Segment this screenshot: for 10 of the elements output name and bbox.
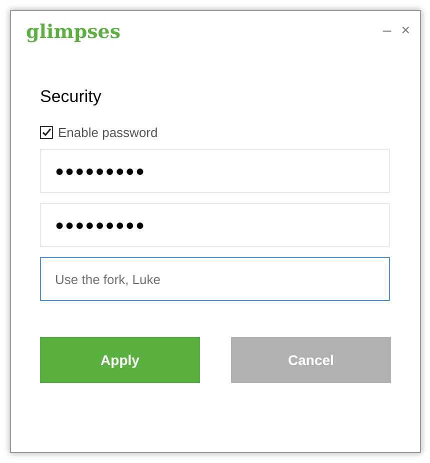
- password-field[interactable]: ●●●●●●●●●: [40, 203, 390, 247]
- app-logo: glimpses: [26, 23, 121, 42]
- minimize-button[interactable]: –: [382, 23, 392, 38]
- hint-field[interactable]: Use the fork, Luke: [40, 257, 390, 301]
- section-heading: Security: [40, 88, 102, 105]
- close-button[interactable]: ×: [401, 23, 410, 38]
- checkbox-label: Enable password: [58, 126, 158, 139]
- checkbox[interactable]: [40, 126, 53, 139]
- password-field[interactable]: ●●●●●●●●●: [40, 149, 390, 193]
- apply-button[interactable]: Apply: [40, 337, 200, 383]
